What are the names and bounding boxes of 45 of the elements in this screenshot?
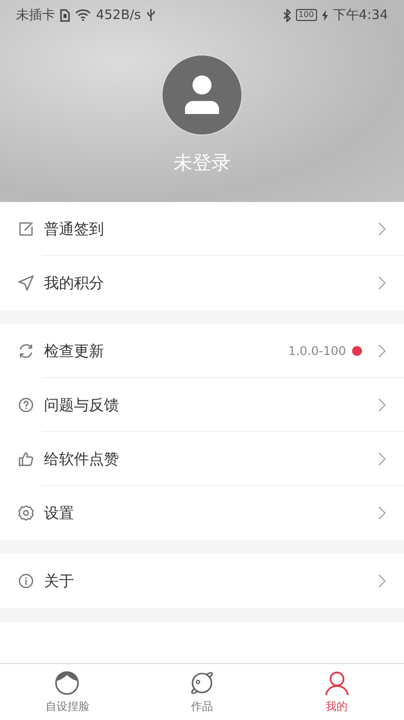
chevron-right-icon	[378, 398, 386, 412]
info-icon	[18, 573, 34, 589]
tab[interactable]: 自设捏脸	[0, 664, 135, 720]
charging-icon	[322, 10, 328, 20]
carrier-text: 未插卡	[16, 7, 55, 24]
menu-label: 问题与反馈	[44, 396, 120, 414]
wifi-icon	[75, 9, 91, 21]
menu-label: 我的积分	[44, 274, 105, 292]
menu-label: 设置	[44, 504, 75, 522]
send-icon	[18, 275, 34, 291]
tab[interactable]: 我的	[269, 664, 404, 720]
menu-item[interactable]: 我的积分	[0, 256, 404, 310]
menu-item[interactable]: 问题与反馈	[0, 378, 404, 432]
menu-label: 关于	[44, 572, 75, 590]
battery-indicator: 100	[296, 9, 317, 21]
sim-card-icon	[60, 8, 70, 22]
network-speed-text: 452B/s	[96, 8, 141, 22]
tab[interactable]: 作品	[134, 664, 270, 720]
menu-item[interactable]: 普通签到	[0, 202, 404, 256]
help-icon	[18, 397, 34, 413]
chevron-right-icon	[378, 222, 386, 236]
settings-icon	[18, 505, 34, 521]
menu-item[interactable]: 设置	[0, 486, 404, 540]
refresh-icon	[18, 343, 34, 359]
bluetooth-icon	[282, 8, 291, 22]
edit-icon	[18, 221, 34, 237]
thumbs-up-icon	[18, 451, 34, 467]
menu-item[interactable]: 检查更新 1.0.0-100	[0, 324, 404, 378]
menu-label: 普通签到	[44, 220, 105, 238]
chevron-right-icon	[378, 574, 386, 588]
menu-label: 给软件点赞	[44, 450, 120, 468]
menu-item[interactable]: 关于	[0, 554, 404, 608]
chevron-right-icon	[378, 344, 386, 358]
planet-icon	[189, 670, 215, 696]
chevron-right-icon	[378, 276, 386, 290]
chevron-right-icon	[378, 452, 386, 466]
head-icon	[54, 670, 80, 696]
chevron-right-icon	[378, 506, 386, 520]
avatar-icon	[161, 54, 243, 136]
menu-label: 检查更新	[44, 342, 105, 360]
person-icon	[324, 670, 350, 696]
usb-icon	[146, 8, 156, 22]
menu-item[interactable]: 给软件点赞	[0, 432, 404, 486]
clock-text: 下午4:34	[332, 7, 388, 24]
version-text: 1.0.0-100	[288, 344, 346, 358]
